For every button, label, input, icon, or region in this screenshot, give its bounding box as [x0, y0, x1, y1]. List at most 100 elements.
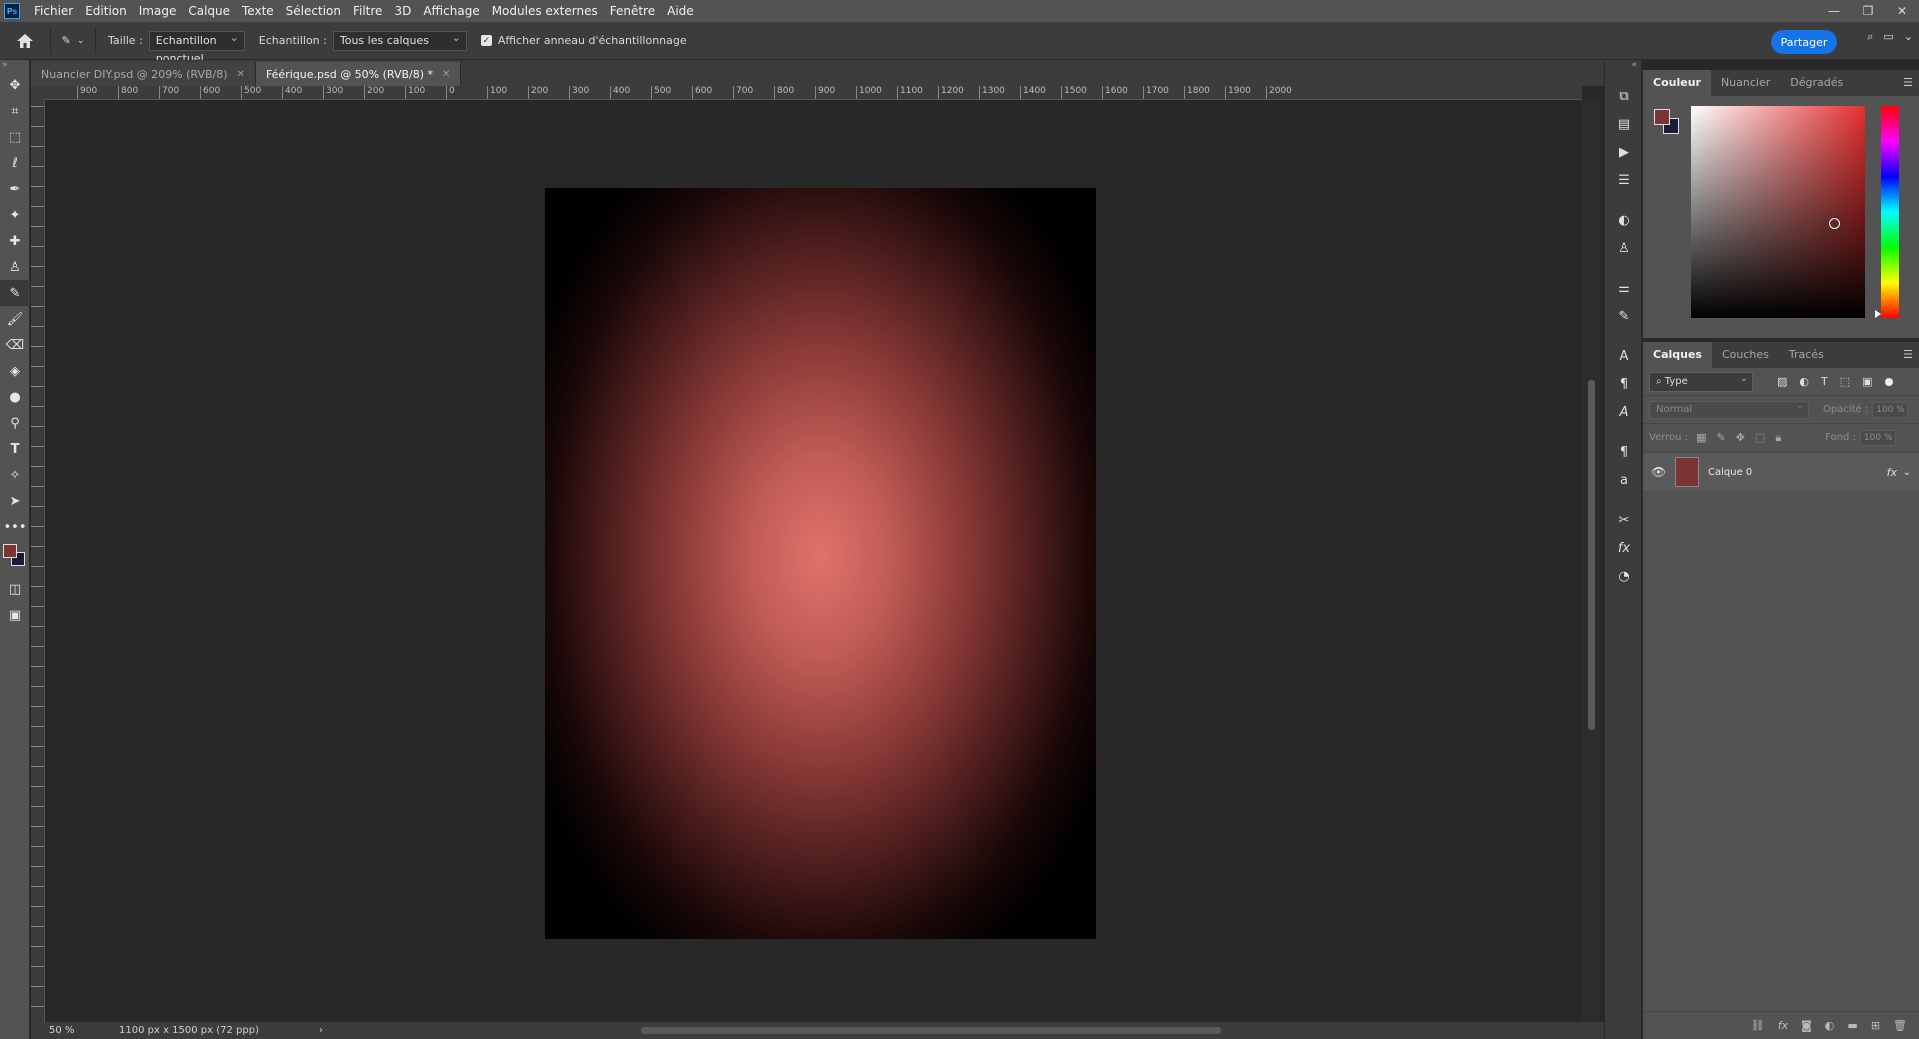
paragraph-styles-icon[interactable]: ¶ — [1605, 438, 1643, 466]
crop-tool-icon[interactable]: ⌗ — [0, 98, 30, 124]
magic-wand-tool-icon[interactable]: ✦ — [0, 202, 30, 228]
sample-layers-select[interactable]: Tous les calques — [332, 29, 467, 51]
close-icon[interactable]: ✕ — [237, 69, 245, 80]
blur-tool-icon[interactable]: ● — [0, 384, 30, 410]
canvas-area[interactable] — [45, 100, 1582, 1022]
layer-row[interactable]: 👁︎ Calque 0 fx ⌄ — [1643, 454, 1919, 490]
paint-bucket-tool-icon[interactable]: ◈ — [0, 358, 30, 384]
panel-menu-icon[interactable]: ☰ — [1903, 76, 1913, 89]
delete-layer-icon[interactable]: 🗑︎ — [1893, 1019, 1907, 1032]
clone-source-icon[interactable]: ♙ — [1605, 234, 1643, 262]
sampling-ring-checkbox[interactable]: ✓ — [480, 35, 492, 46]
workspace-icon[interactable]: ▭ — [1883, 30, 1893, 44]
glyphs-icon[interactable]: A — [1605, 398, 1643, 426]
brush-tool-icon[interactable]: 🖌︎ — [0, 306, 30, 332]
menu-selection[interactable]: Sélection — [280, 0, 347, 22]
lock-pixels-icon[interactable]: ✎ — [1716, 431, 1725, 445]
new-layer-icon[interactable]: ⊞ — [1871, 1019, 1880, 1032]
paragraph-icon[interactable]: ¶ — [1605, 370, 1643, 398]
close-window-button[interactable]: ✕ — [1885, 0, 1919, 22]
menu-3d[interactable]: 3D — [388, 0, 417, 22]
filter-shape-icon[interactable]: ⬚ — [1840, 375, 1850, 388]
tab-couleur[interactable]: Couleur — [1643, 70, 1711, 96]
type-tool-icon[interactable]: T — [0, 436, 30, 462]
menu-fichier[interactable]: Fichier — [28, 0, 79, 22]
link-layers-icon[interactable]: ⛓ — [1751, 1019, 1765, 1032]
sample-size-select[interactable]: Echantillon ponctuel — [148, 29, 245, 65]
chevron-down-icon[interactable]: ⌄ — [1903, 467, 1911, 478]
more-tools-icon[interactable]: ••• — [0, 514, 30, 540]
vertical-scrollbar[interactable] — [1582, 100, 1600, 1022]
tab-couches[interactable]: Couches — [1712, 342, 1779, 368]
tab-calques[interactable]: Calques — [1643, 342, 1712, 368]
collapse-icon[interactable]: » — [0, 60, 29, 72]
marquee-tool-icon[interactable]: ⬚ — [0, 124, 30, 150]
move-tool-icon[interactable]: ✥ — [0, 72, 30, 98]
chevron-right-icon[interactable]: › — [319, 1025, 323, 1036]
horizontal-scroll-thumb[interactable] — [641, 1027, 1221, 1034]
quick-mask-icon[interactable]: ◫ — [0, 576, 30, 602]
lasso-tool-icon[interactable]: ℓ — [0, 150, 30, 176]
add-mask-icon[interactable]: ◙ — [1801, 1019, 1812, 1032]
fill-field[interactable]: 100 % — [1859, 429, 1896, 446]
color-picker-cursor[interactable] — [1829, 218, 1840, 229]
menu-filtre[interactable]: Filtre — [347, 0, 388, 22]
brush-settings-icon[interactable]: ✎ — [1605, 302, 1643, 330]
filter-adjustment-icon[interactable]: ◐ — [1799, 375, 1809, 388]
stamp-tool-icon[interactable]: ♙ — [0, 254, 30, 280]
tool-preset-picker[interactable]: ✎ ⌄ — [50, 27, 96, 54]
share-button[interactable]: Partager — [1771, 30, 1837, 54]
adjustments-icon[interactable]: ☰ — [1605, 166, 1643, 194]
zoom-level[interactable]: 50 % — [31, 1025, 79, 1036]
adjustment-circle-icon[interactable]: ◐ — [1605, 206, 1643, 234]
sampling-ring-option[interactable]: ✓ Afficher anneau d'échantillonnage — [480, 34, 687, 47]
filter-toggle[interactable] — [1884, 377, 1893, 386]
eraser-tool-icon[interactable]: ⌫ — [0, 332, 30, 358]
filter-type-icon[interactable]: T — [1821, 375, 1828, 388]
search-icon[interactable]: ⌕ — [1867, 30, 1873, 44]
lock-position-icon[interactable]: ✥ — [1736, 431, 1745, 445]
properties-icon[interactable]: ⚌ — [1605, 274, 1643, 302]
layer-thumbnail[interactable] — [1675, 457, 1699, 487]
saturation-value-picker[interactable] — [1691, 106, 1865, 318]
collapse-icon[interactable]: « — [1605, 60, 1641, 82]
history-icon[interactable]: ⧉ — [1605, 82, 1643, 110]
close-icon[interactable]: ✕ — [442, 69, 450, 80]
filter-smart-object-icon[interactable]: ▣ — [1862, 375, 1872, 388]
path-selection-tool-icon[interactable]: ➤ — [0, 488, 30, 514]
minimize-button[interactable]: — — [1817, 0, 1851, 22]
horizontal-ruler[interactable]: 900 800 700 600 500 400 300 200 100 0 100 200 300 400… — [45, 86, 1582, 100]
scroll-thumb[interactable] — [1588, 380, 1595, 730]
menu-calque[interactable]: Calque — [182, 0, 236, 22]
color-swatches[interactable] — [0, 540, 30, 576]
new-adjustment-layer-icon[interactable]: ◐ — [1825, 1019, 1835, 1032]
layer-fx-icon[interactable]: fx — [1887, 466, 1897, 479]
panel-menu-icon[interactable]: ☰ — [1903, 348, 1913, 361]
opacity-field[interactable]: 100 % — [1872, 401, 1909, 418]
tab-nuancier-diy[interactable]: Nuancier DIY.psd @ 209% (RVB/8) ✕ — [31, 62, 256, 86]
foreground-color-swatch[interactable] — [3, 544, 17, 558]
blend-mode-select[interactable]: Normal — [1649, 398, 1809, 419]
home-button[interactable] — [0, 22, 50, 60]
document-canvas[interactable] — [545, 188, 1096, 939]
filter-pixel-icon[interactable]: ▨ — [1777, 375, 1787, 388]
screen-mode-icon[interactable]: ▣ — [0, 602, 30, 628]
hue-slider-marker[interactable] — [1875, 310, 1881, 318]
tab-nuancier[interactable]: Nuancier — [1711, 70, 1780, 96]
layer-filter-type-select[interactable]: ⌕ Type — [1649, 370, 1753, 392]
foreground-color-swatch[interactable] — [1654, 109, 1670, 125]
shape-tool-icon[interactable]: ✧ — [0, 462, 30, 488]
character-icon[interactable]: A — [1605, 342, 1643, 370]
eyedropper-tool-icon[interactable]: ✎ — [0, 280, 30, 306]
tool-presets-icon[interactable]: ✂ — [1605, 506, 1643, 534]
menu-modules-externes[interactable]: Modules externes — [486, 0, 604, 22]
restore-button[interactable]: ❐ — [1851, 0, 1885, 22]
lock-all-icon[interactable]: 🔒︎ — [1775, 431, 1781, 445]
tab-feerique[interactable]: Féérique.psd @ 50% (RVB/8) * ✕ — [255, 62, 462, 86]
lock-artboard-icon[interactable]: ⬚ — [1755, 431, 1765, 445]
layer-name[interactable]: Calque 0 — [1708, 467, 1752, 478]
actions-play-icon[interactable]: ▶ — [1605, 138, 1643, 166]
tab-traces[interactable]: Tracés — [1779, 342, 1834, 368]
dodge-tool-icon[interactable]: ⚲ — [0, 410, 30, 436]
add-style-fx-icon[interactable]: fx — [1778, 1019, 1788, 1032]
